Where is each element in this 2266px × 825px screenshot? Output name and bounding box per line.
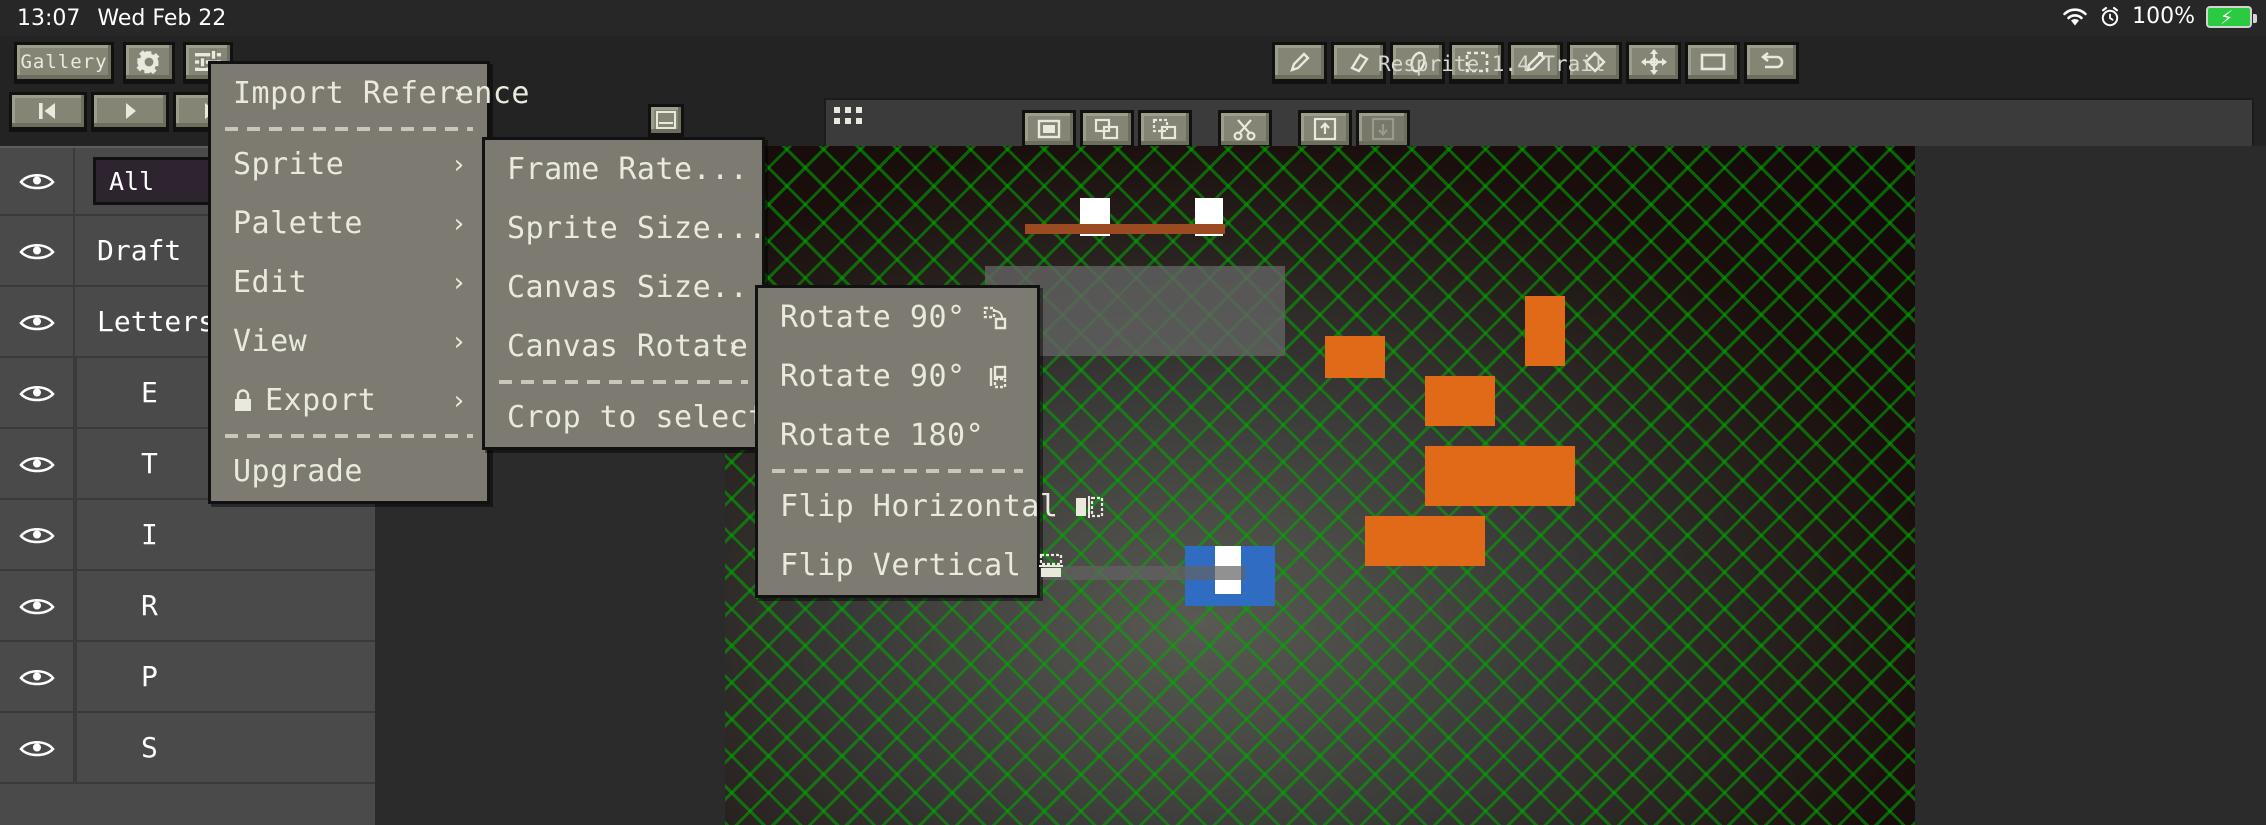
menu-item-label: Rotate 90° [780,359,966,394]
menu-item-label: Export [265,383,377,418]
rotate-ccw-icon [982,305,1008,331]
move-tool-button[interactable] [1626,42,1681,84]
grip-dots-icon[interactable] [832,104,866,130]
status-bar: 13:07 Wed Feb 22 100% ⚡ [0,0,2266,36]
status-left: 13:07 Wed Feb 22 [17,6,226,31]
selection-add-button[interactable] [1080,110,1134,150]
rotate-cw-icon [982,364,1008,390]
eye-icon[interactable] [0,713,75,782]
menu-item-upgrade[interactable]: Upgrade [211,442,487,501]
gear-icon [136,49,162,75]
cut-selection-button[interactable] [1218,110,1272,150]
menu-item-label: Flip Horizontal [780,489,1059,524]
layer-filter-value: All [109,166,155,196]
clock-time: 13:07 [17,6,81,31]
frame-play-button[interactable] [91,92,169,132]
chevron-right-icon: › [450,267,467,298]
menu-item-canvas-rotate[interactable]: Canvas Rotate › [485,317,762,376]
menu-item-frame-rate[interactable]: Frame Rate... [485,140,762,199]
menu-item-canvas-size[interactable]: Canvas Size... [485,258,766,317]
battery-percent: 100% [2132,4,2195,29]
layer-row[interactable]: P [0,642,375,713]
eye-icon[interactable] [0,642,75,711]
menu-item-flip-horizontal[interactable]: Flip Horizontal [758,477,1104,536]
layer-name: P [75,660,375,693]
undo-tool-button[interactable] [1744,42,1799,84]
eye-icon[interactable] [0,148,75,214]
settings-button[interactable] [123,42,175,84]
selection-subtract-button[interactable] [1138,110,1192,150]
menu-item-sprite-size[interactable]: Sprite Size... [485,199,766,258]
flip-vertical-icon [1037,553,1065,579]
eye-icon[interactable] [0,571,75,640]
menu-item-rotate-90[interactable]: Rotate 90° [758,347,1037,406]
eye-icon[interactable] [0,287,75,356]
layer-name: S [75,731,375,764]
eye-icon[interactable] [0,358,75,427]
selection-actions [1022,110,1410,150]
clock-date: Wed Feb 22 [97,6,227,31]
chevron-right-icon: › [450,78,467,109]
menu-item-label: Sprite Size... [507,211,767,246]
lock-icon [233,388,253,413]
sprite-submenu[interactable]: Frame Rate... Sprite Size... Canvas Size..… [482,137,822,450]
menu-item-import-reference[interactable]: Import Reference › [211,64,529,123]
chevron-right-icon: › [450,149,467,180]
menu-item-label: Rotate 180° [780,418,985,453]
export-selection-button[interactable] [1298,110,1352,150]
menu-item-label: Sprite [233,147,345,182]
menu-item-rotate-180[interactable]: Rotate 180° [758,406,1037,465]
gallery-button[interactable]: Gallery [14,42,114,84]
main-menu[interactable]: Import Reference › Sprite › Palette › Edit › Vie… [208,61,529,504]
menu-item-edit[interactable]: Edit › [211,253,487,312]
app-root: 13:07 Wed Feb 22 100% ⚡ Gallery Resprite… [0,0,2266,825]
menu-item-rotate-90[interactable]: Rotate 90° [758,288,1037,347]
menu-item-palette[interactable]: Palette › [211,194,487,253]
alarm-clock-icon [2099,6,2121,28]
menu-item-label: Frame Rate... [507,152,749,187]
layer-row[interactable]: S [0,713,375,784]
flip-horizontal-icon [1074,494,1104,520]
battery-charging-icon: ⚡ [2206,5,2257,29]
chevron-right-icon: › [450,208,467,239]
menu-item-crop-to-selection[interactable]: Crop to selection [485,388,822,447]
wifi-icon [2062,7,2088,27]
chevron-right-icon: › [450,326,467,357]
menu-item-label: Canvas Rotate [507,329,749,364]
menu-item-view[interactable]: View › [211,312,487,371]
pencil-tool-button[interactable] [1272,42,1327,84]
menu-item-label: Import Reference [233,76,530,111]
chevron-right-icon: › [725,331,742,362]
eye-icon[interactable] [0,216,75,285]
app-title: Resprite 1.4 Trail [1378,52,1606,76]
menu-item-sprite[interactable]: Sprite › [211,135,487,194]
panel-toggle-button[interactable] [648,104,684,138]
menu-item-label: Rotate 90° [780,300,966,335]
eye-icon[interactable] [0,500,75,569]
eye-icon[interactable] [0,429,75,498]
menu-item-label: Palette [233,206,363,241]
frame-first-button[interactable] [9,92,87,132]
menu-separator [225,127,473,131]
selection-replace-button[interactable] [1022,110,1076,150]
menu-item-label: Canvas Size... [507,270,767,305]
menu-separator [499,380,748,384]
canvas-rotate-submenu[interactable]: Rotate 90° Rotate 90° Rotate 180° Flip Hori… [755,285,1104,598]
menu-item-flip-vertical[interactable]: Flip Vertical [758,536,1064,595]
layer-row[interactable]: R [0,571,375,642]
menu-separator [225,434,473,438]
menu-item-label: Flip Vertical [780,548,1022,583]
layer-name: R [75,589,375,622]
menu-separator [772,469,1023,473]
menu-item-label: View [233,324,308,359]
rectangle-tool-button[interactable] [1685,42,1740,84]
menu-item-label: Upgrade [233,454,363,489]
menu-item-label: Edit [233,265,308,300]
layer-row[interactable]: I [0,500,375,571]
layer-name: I [75,518,375,551]
paste-selection-button[interactable] [1356,110,1410,150]
chevron-right-icon: › [450,385,467,416]
menu-item-export[interactable]: Export › [211,371,487,430]
status-right: 100% ⚡ [2062,4,2257,29]
